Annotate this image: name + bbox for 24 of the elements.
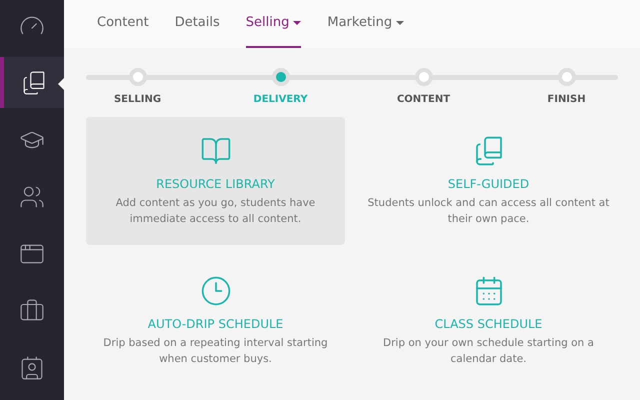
option-title: AUTO-DRIP SCHEDULE [148, 316, 284, 333]
tab[interactable]: Details [174, 0, 220, 48]
step-label: FINISH [547, 93, 586, 107]
option-title: CLASS SCHEDULE [434, 316, 542, 333]
sidebar-item[interactable] [0, 57, 64, 108]
tab[interactable]: Content [97, 0, 149, 48]
id-card-icon [19, 355, 45, 382]
option-title: SELF-GUIDED [448, 176, 530, 193]
clock-icon [200, 275, 232, 307]
open-book-icon [200, 135, 232, 167]
books-icon [21, 70, 47, 96]
tab[interactable]: Marketing [327, 0, 404, 48]
option-description: Students unlock and can access all content at their own pace. [367, 196, 610, 227]
pointer-notch [58, 78, 64, 90]
option-description: Drip based on a repeating interval starting when customer buys. [102, 336, 329, 367]
step-label: SELLING [114, 93, 162, 107]
tab[interactable]: Selling [246, 0, 302, 48]
option-description: Add content as you go, students have immediate access to all content. [114, 196, 316, 227]
step-label: DELIVERY [253, 93, 308, 107]
users-icon [19, 184, 45, 210]
delivery-option-card[interactable]: RESOURCE LIBRARY Add content as you go, students have immediate access to all content. [86, 117, 345, 245]
option-title: RESOURCE LIBRARY [156, 176, 275, 193]
option-description: Drip on your own schedule starting on a calendar date. [382, 336, 595, 367]
step-label: CONTENT [396, 93, 450, 107]
